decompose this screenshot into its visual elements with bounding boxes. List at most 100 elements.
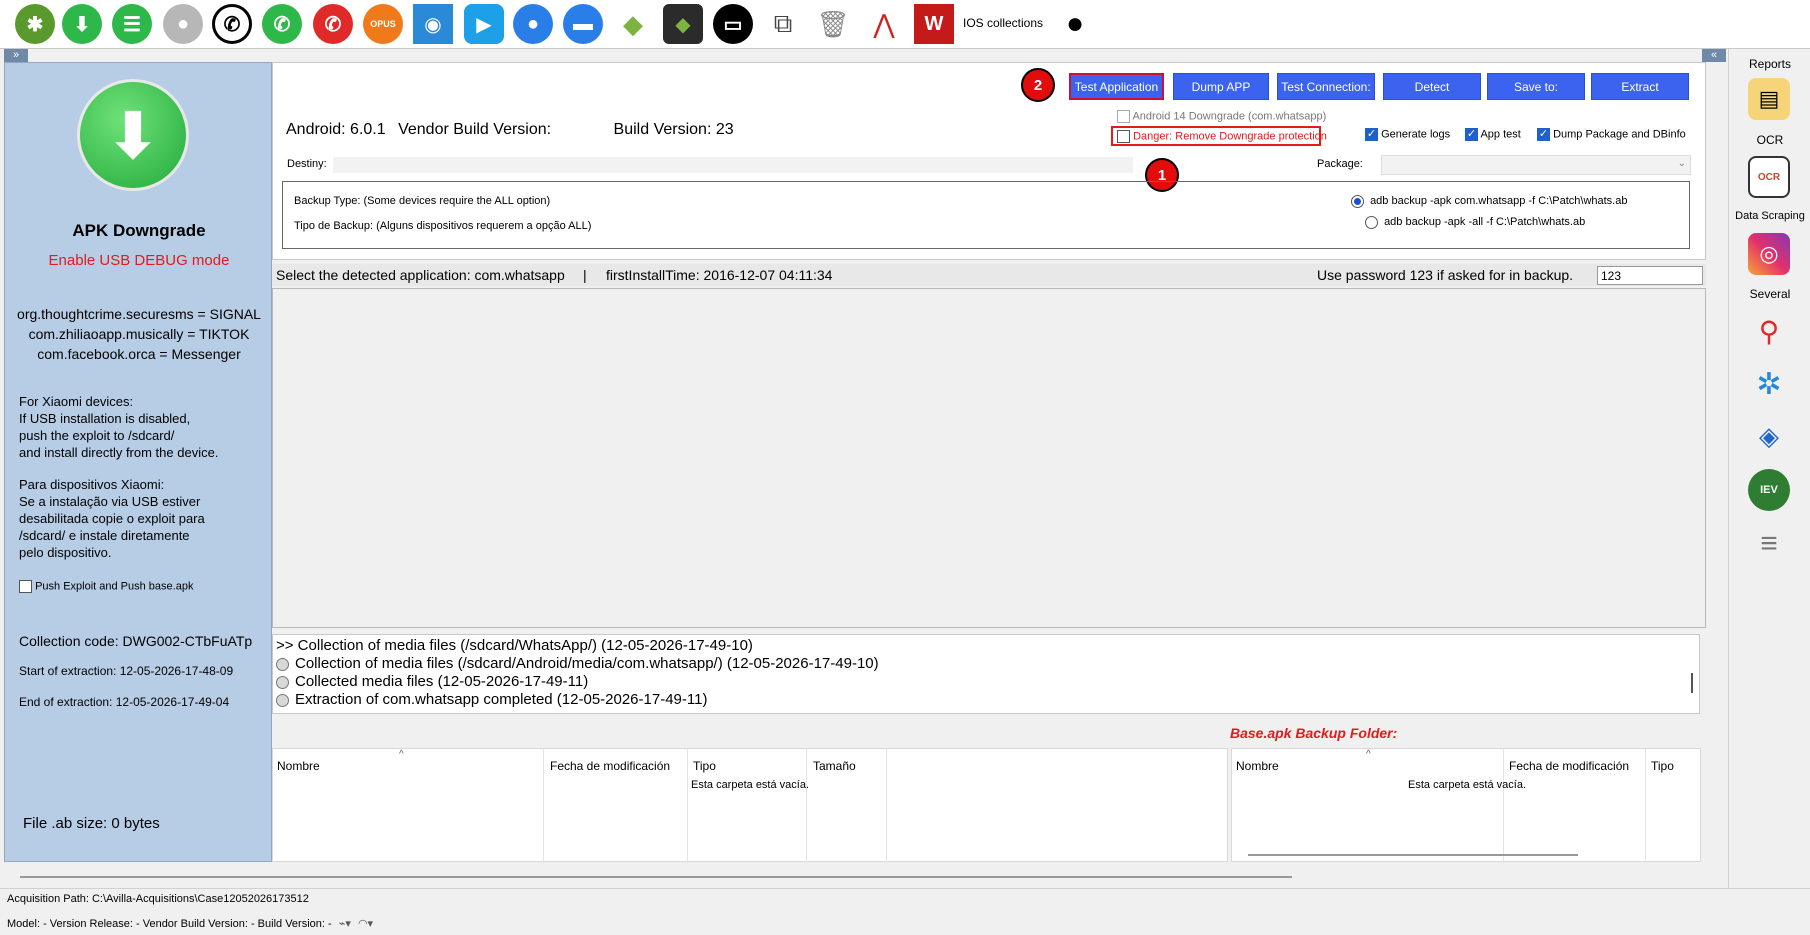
col-divider xyxy=(687,749,688,863)
xiaomi-pt-line: Para dispositivos Xiaomi: xyxy=(19,477,165,492)
backup-type-group: Backup Type: (Some devices require the A… xyxy=(282,181,1690,249)
col-header[interactable]: Tipo xyxy=(693,759,716,773)
log-line-3: Extraction of com.whatsapp completed (12… xyxy=(276,691,707,708)
empty-folder-text: Esta carpeta está vacía. xyxy=(691,779,810,791)
horizontal-scrollbar[interactable] xyxy=(1248,854,1578,856)
wifi-icon[interactable]: ◠▾ xyxy=(358,918,373,930)
download-icon[interactable]: ⬇ xyxy=(62,4,102,44)
graph-icon[interactable]: ⋀ xyxy=(864,4,904,44)
ocr-label: OCR xyxy=(1756,133,1784,147)
collapse-right-icon[interactable]: « xyxy=(1702,49,1726,62)
android14-label: Android 14 Downgrade (com.whatsapp) xyxy=(1132,110,1327,123)
whatsapp-business-icon[interactable]: ✆ xyxy=(262,4,302,44)
info-separator: | xyxy=(583,267,587,283)
backup-type-pt: Tipo de Backup: (Alguns dispositivos req… xyxy=(294,220,592,232)
password-input[interactable]: 123 xyxy=(1597,266,1703,285)
col-header[interactable]: Nombre xyxy=(277,759,320,773)
xiaomi-pt-line: desabilitada copie o exploit para xyxy=(19,511,205,526)
push-exploit-label: Push Exploit and Push base.apk xyxy=(35,580,194,593)
test-application-button[interactable]: Test Application xyxy=(1068,72,1165,101)
ocr-icon[interactable]: OCR xyxy=(1748,156,1790,198)
user-icon[interactable]: ● xyxy=(513,4,553,44)
explorer-right: Nombre ^ Fecha de modificación Tipo Esta… xyxy=(1231,748,1701,863)
contact-icon[interactable]: ● xyxy=(163,4,203,44)
sort-chevron-icon: ^ xyxy=(1366,749,1371,760)
save-to-button[interactable]: Save to: xyxy=(1487,73,1585,100)
xiaomi-en-line: If USB installation is disabled, xyxy=(19,411,191,426)
main-toolbar: ✱ ⬇ ☰ ● ✆ ✆ ✆ OPUS ◉ ▶ ● ▬ ◆ ◆ ▭ ⧉ 🗑 ⋀ W… xyxy=(0,0,1810,49)
android-icon[interactable]: ◆ xyxy=(613,4,653,44)
package-select[interactable]: ⌄ xyxy=(1381,155,1691,175)
device-info: Android: 6.0.1 Vendor Build Version: Bui… xyxy=(286,121,734,139)
android-version: 6.0.1 xyxy=(350,121,386,138)
generate-logs-option[interactable]: ✓ Generate logs xyxy=(1365,128,1450,141)
col-header[interactable]: Tipo xyxy=(1651,759,1674,773)
android-studio-icon[interactable]: ◆ xyxy=(663,4,703,44)
generate-logs-checkbox[interactable]: ✓ xyxy=(1365,128,1378,141)
radio-selected[interactable] xyxy=(1351,195,1364,208)
danger-label: Danger: Remove Downgrade protection xyxy=(1133,130,1327,143)
usb-icon[interactable]: ⌁▾ xyxy=(339,918,351,930)
camera-icon[interactable]: ◉ xyxy=(413,4,453,44)
reports-icon[interactable]: ▤ xyxy=(1748,78,1790,120)
opus-label: OPUS xyxy=(370,19,396,29)
dump-package-option[interactable]: ✓ Dump Package and DBinfo xyxy=(1537,128,1686,141)
push-exploit-option[interactable]: Push Exploit and Push base.apk xyxy=(19,580,193,593)
push-exploit-checkbox[interactable] xyxy=(19,580,32,593)
main-horizontal-scrollbar[interactable] xyxy=(20,876,1292,878)
map-marker-icon[interactable]: ◈ xyxy=(1748,415,1790,457)
dump-package-label: Dump Package and DBinfo xyxy=(1553,128,1686,141)
phone-icon[interactable]: ✆ xyxy=(313,4,353,44)
trash-icon[interactable]: 🗑 xyxy=(813,4,853,44)
android-bug-icon[interactable]: ✱ xyxy=(15,4,55,44)
apple-icon[interactable]: ● xyxy=(1055,4,1095,44)
chat-icon[interactable]: ▬ xyxy=(563,4,603,44)
device-status: Model: - Version Release: - Vendor Build… xyxy=(7,917,373,930)
whatsapp-icon[interactable]: ✆ xyxy=(212,4,252,44)
wordbook-icon[interactable]: W xyxy=(914,4,954,44)
destiny-field[interactable] xyxy=(333,157,1133,173)
col-header[interactable]: Tamaño xyxy=(813,759,856,773)
danger-option[interactable]: Danger: Remove Downgrade protection xyxy=(1111,126,1327,146)
ios-collections-label[interactable]: IOS collections xyxy=(963,16,1043,30)
folder-icon[interactable]: ▭ xyxy=(713,4,753,44)
end-extraction: End of extraction: 12-05-2026-17-49-04 xyxy=(19,695,230,709)
android14-option[interactable]: Android 14 Downgrade (com.whatsapp) xyxy=(1117,110,1326,123)
expand-left-icon[interactable]: » xyxy=(4,49,28,62)
col-divider xyxy=(1645,749,1646,863)
backup-option-whatsapp[interactable]: adb backup -apk com.whatsapp -f C:\Patch… xyxy=(1351,195,1627,208)
extract-button[interactable]: Extract xyxy=(1591,73,1689,100)
xiaomi-pt-line: pelo dispositivo. xyxy=(19,545,112,560)
xiaomi-en-line: and install directly from the device. xyxy=(19,445,219,460)
log-scrollbar[interactable] xyxy=(1691,673,1693,693)
iev-icon[interactable]: IEV xyxy=(1748,469,1790,511)
video-icon[interactable]: ▶ xyxy=(464,4,504,44)
dump-package-checkbox[interactable]: ✓ xyxy=(1537,128,1550,141)
app-test-checkbox[interactable]: ✓ xyxy=(1465,128,1478,141)
vendor-build-label: Vendor Build Version: xyxy=(398,121,552,138)
col-header[interactable]: Fecha de modificación xyxy=(550,759,670,773)
info-bar: Select the detected application: com.wha… xyxy=(272,264,1706,286)
sms-icon[interactable]: ☰ xyxy=(112,4,152,44)
instagram-icon[interactable]: ◎ xyxy=(1748,233,1790,275)
test-connection-button[interactable]: Test Connection: xyxy=(1277,73,1375,100)
sort-chevron-icon: ^ xyxy=(399,749,404,760)
transfer-icon[interactable]: ⧉ xyxy=(763,4,803,44)
database-icon[interactable]: ≡ xyxy=(1748,523,1790,565)
opus-icon[interactable]: OPUS xyxy=(363,4,403,44)
radio-unselected[interactable] xyxy=(1365,216,1378,229)
package-line: org.thoughtcrime.securesms = SIGNAL xyxy=(17,306,261,322)
danger-checkbox[interactable] xyxy=(1117,130,1130,143)
app-test-label: App test xyxy=(1480,128,1521,141)
col-header[interactable]: Nombre xyxy=(1236,759,1279,773)
dump-app-button[interactable]: Dump APP xyxy=(1173,73,1269,100)
col-divider xyxy=(806,749,807,863)
ship-wheel-icon[interactable]: ✲ xyxy=(1748,363,1790,405)
map-pin-icon[interactable]: ⚲ xyxy=(1748,310,1790,352)
col-header[interactable]: Fecha de modificación xyxy=(1509,759,1629,773)
backup-option-all[interactable]: adb backup -apk -all -f C:\Patch\whats.a… xyxy=(1365,216,1585,229)
android14-checkbox[interactable] xyxy=(1117,110,1130,123)
app-test-option[interactable]: ✓ App test xyxy=(1465,128,1521,141)
collection-code: Collection code: DWG002-CTbFuATp xyxy=(19,633,253,649)
detect-button[interactable]: Detect xyxy=(1383,73,1481,100)
